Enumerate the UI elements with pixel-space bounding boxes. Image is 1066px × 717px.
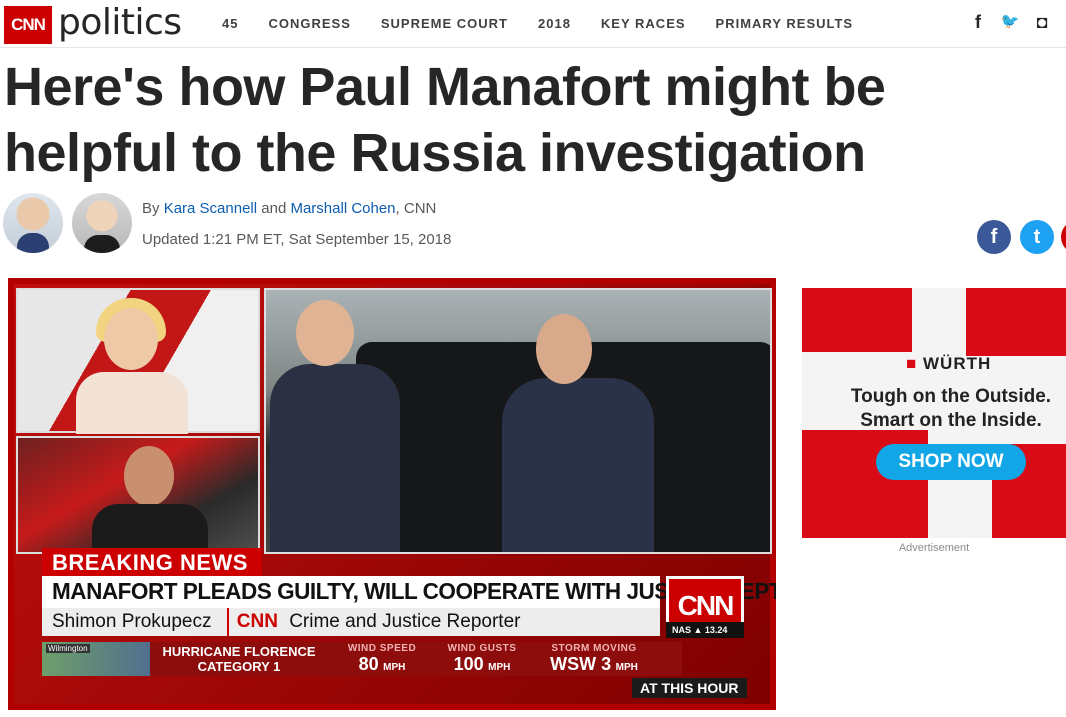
header-social-links: f 🐦 ◘ <box>968 12 1052 32</box>
advertisement-label: Advertisement <box>898 542 970 554</box>
section-nav: 45 CONGRESS SUPREME COURT 2018 KEY RACES… <box>222 16 883 31</box>
stat-wind-speed: WIND SPEED 80 MPH <box>334 643 430 675</box>
cnn-logo[interactable]: CNN <box>4 6 52 44</box>
author-link-marshall-cohen[interactable]: Marshall Cohen <box>290 200 395 217</box>
weather-map: Wilmington <box>42 642 150 676</box>
weather-ticker: Wilmington HURRICANE FLORENCE CATEGORY 1… <box>42 642 682 676</box>
cnn-mini-logo: CNN <box>226 608 278 636</box>
at-this-hour-label: AT THIS HOUR <box>632 678 747 698</box>
stat-unit: MPH <box>488 662 511 673</box>
byline-source: , CNN <box>395 200 437 217</box>
nav-item-supreme-court[interactable]: SUPREME COURT <box>381 16 508 31</box>
anchor-panel-1 <box>16 288 260 434</box>
facebook-icon: f <box>990 225 998 248</box>
storm-info: HURRICANE FLORENCE CATEGORY 1 <box>154 644 324 674</box>
ad-tagline-1: Tough on the Outside. <box>850 386 1052 407</box>
stat-label: STORM MOVING <box>551 643 637 654</box>
nav-item-2018[interactable]: 2018 <box>538 16 571 31</box>
ad-tagline-2: Smart on the Inside. <box>860 410 1042 431</box>
ad-toolbox-image <box>802 288 912 352</box>
stat-value: 100 <box>453 654 484 674</box>
stat-value: WSW 3 <box>550 654 612 674</box>
author-link-kara-scannell[interactable]: Kara Scannell <box>164 200 257 217</box>
share-facebook-button[interactable]: f <box>977 220 1011 254</box>
updated-timestamp: Updated 1:21 PM ET, Sat September 15, 20… <box>142 231 452 248</box>
reporter-title: Crime and Justice Reporter <box>289 611 521 632</box>
stat-wind-gusts: WIND GUSTS 100 MPH <box>434 643 530 675</box>
stat-label: WIND SPEED <box>347 643 417 654</box>
anchor-panel-2 <box>16 436 260 564</box>
ad-brand-logo: ■ WÜRTH <box>906 354 992 373</box>
reporter-name: Shimon Prokupecz <box>52 611 212 632</box>
lead-video[interactable]: BREAKING NEWS MANAFORT PLEADS GUILTY, WI… <box>8 278 776 710</box>
stat-label: WIND GUSTS <box>447 643 517 654</box>
stat-unit: MPH <box>615 662 638 673</box>
article-headline: Here's how Paul Manafort might be helpfu… <box>4 57 886 183</box>
breaking-news-label: BREAKING NEWS <box>42 548 262 578</box>
reporter-strip: Shimon Prokupecz CNN Crime and Justice R… <box>42 608 660 636</box>
instagram-icon[interactable]: ◘ <box>1032 12 1052 32</box>
author-avatar-marshall-cohen[interactable] <box>72 193 132 253</box>
twitter-icon: t <box>1033 225 1041 248</box>
storm-category: CATEGORY 1 <box>197 659 281 674</box>
share-twitter-button[interactable]: t <box>1020 220 1054 254</box>
facebook-icon[interactable]: f <box>968 12 988 32</box>
nav-item-primary-results[interactable]: PRIMARY RESULTS <box>716 16 854 31</box>
ad-shop-now-button[interactable]: SHOP NOW <box>876 444 1026 480</box>
byline: By Kara Scannell and Marshall Cohen, CNN <box>142 200 436 217</box>
byline-and: and <box>261 200 287 217</box>
author-avatar-kara-scannell[interactable] <box>3 193 63 253</box>
manafort-photo <box>264 288 772 554</box>
map-label: Wilmington <box>46 644 90 653</box>
stat-value: 80 <box>358 654 379 674</box>
twitter-icon[interactable]: 🐦 <box>1000 12 1020 32</box>
lower-third: MANAFORT PLEADS GUILTY, WILL COOPERATE W… <box>42 576 776 636</box>
politics-section-logo[interactable]: politics <box>58 2 182 43</box>
advertisement[interactable]: ■ WÜRTH Tough on the Outside. Smart on t… <box>802 288 1066 538</box>
nav-item-45[interactable]: 45 <box>222 16 238 31</box>
ad-toolbox-image <box>966 288 1066 356</box>
storm-name: HURRICANE FLORENCE <box>162 644 316 659</box>
nas-ticker: NAS ▲ 13.24 <box>666 622 744 638</box>
stat-storm-moving: STORM MOVING WSW 3 MPH <box>534 643 654 675</box>
ad-brand-name: WÜRTH <box>923 354 992 373</box>
site-header: CNN politics 45 CONGRESS SUPREME COURT 2… <box>0 0 1066 48</box>
nav-item-key-races[interactable]: KEY RACES <box>601 16 686 31</box>
share-more-button[interactable] <box>1061 220 1066 254</box>
stat-unit: MPH <box>383 662 406 673</box>
byline-prefix: By <box>142 200 160 217</box>
nav-item-congress[interactable]: CONGRESS <box>268 16 350 31</box>
